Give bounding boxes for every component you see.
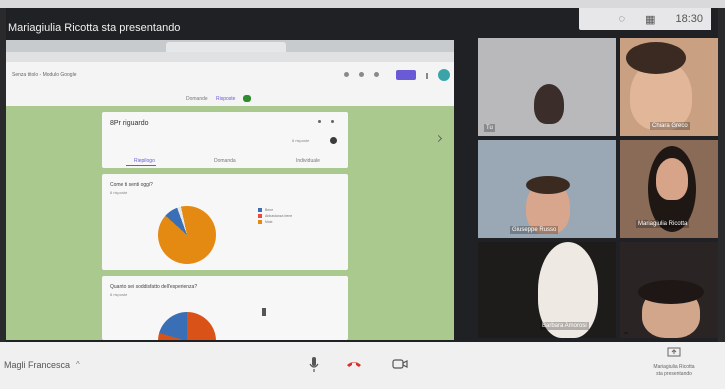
hang-up-button[interactable] — [344, 354, 364, 374]
presenter-title: Mariagiulia Ricotta sta presentando — [8, 22, 181, 34]
participant-tile[interactable] — [620, 242, 718, 338]
settings-icon — [374, 72, 379, 77]
legend-swatch — [258, 208, 262, 212]
url-bar — [6, 52, 454, 62]
legend-item: Male — [258, 220, 292, 224]
pie-legend: Bene Abbastanza bene Male — [258, 208, 292, 226]
participant-tile[interactable]: Mariagiulia Ricotta — [620, 140, 718, 238]
presentation-indicator[interactable]: Mariagiulia Ricotta sta presentando — [634, 346, 714, 378]
tab-question: Domanda — [214, 158, 236, 164]
more-vert-icon — [426, 73, 428, 79]
participant-tile[interactable]: Tu — [478, 38, 616, 136]
photo-bezel — [0, 0, 725, 8]
participant-hair — [626, 42, 686, 74]
participant-video — [656, 158, 688, 200]
tab-summary: Riepilogo — [134, 158, 155, 164]
question-card: Come ti senti oggi? 8 risposte Bene Abba… — [102, 174, 348, 270]
answers-count-badge — [243, 95, 251, 102]
participant-tile[interactable]: Barbara Amorosi — [478, 242, 616, 338]
participant-name: Chiara Greco — [650, 122, 690, 130]
top-controls: ◌ ▦ 18:30 — [578, 8, 711, 30]
forms-tool-icons — [344, 72, 379, 77]
legend-swatch — [258, 214, 262, 218]
summary-card: 8Pr riguardo 8 risposte Riepilogo Domand… — [102, 112, 348, 168]
participant-hair — [526, 176, 570, 194]
mic-button[interactable] — [304, 354, 324, 374]
send-button — [396, 70, 416, 80]
sheets-icon — [318, 120, 321, 123]
pie-chart — [158, 312, 216, 340]
accepting-responses-label: 8 risposte — [292, 138, 310, 143]
legend-swatch — [258, 220, 262, 224]
hang-up-icon — [347, 362, 361, 367]
captions-icon[interactable]: ◌ — [619, 13, 626, 25]
participant-name: Mariagiulia Ricotta — [636, 220, 690, 228]
legend-label: Bene — [265, 208, 274, 212]
participant-name: Giuseppe Russo — [510, 226, 559, 234]
participant-name: Barbara Amorosi — [540, 322, 589, 330]
shared-screen: Senza titolo - Modulo Google Domande Ris… — [6, 40, 454, 340]
accepting-responses-toggle — [330, 137, 337, 144]
self-name: Magli Francesca — [4, 360, 71, 370]
presenting-status: sta presentando — [656, 371, 692, 377]
participant-tile[interactable]: Chiara Greco — [620, 38, 718, 136]
participant-tile[interactable]: Giuseppe Russo — [478, 140, 616, 238]
avatar — [438, 69, 450, 81]
tab-individual: Individuale — [296, 158, 320, 164]
pie-chart — [158, 206, 216, 264]
chevron-up-icon[interactable]: ^ — [76, 360, 80, 369]
present-screen-icon — [667, 347, 681, 357]
pie-legend — [262, 308, 266, 316]
chevron-right-icon — [434, 134, 443, 143]
palette-icon — [344, 72, 349, 77]
more-vert-icon — [331, 120, 334, 123]
response-view-tabs: Riepilogo Domanda Individuale — [102, 156, 348, 166]
legend-label: Male — [265, 220, 273, 224]
tab-answers: Risposte — [216, 96, 236, 102]
browser-tab-bar — [6, 40, 454, 52]
forms-tabs: Domande Risposte — [6, 92, 454, 106]
forms-title: Senza titolo - Modulo Google — [12, 72, 77, 78]
question-responses: 8 risposte — [110, 190, 128, 195]
question-card: Quanto sei soddisfatto dell'esperienza? … — [102, 276, 348, 340]
forms-background — [6, 106, 100, 340]
browser-tab — [166, 42, 286, 52]
participant-video — [534, 84, 564, 124]
presenter-name: Mariagiulia Ricotta — [653, 364, 695, 370]
preview-icon — [359, 72, 364, 77]
question-title: Come ti senti oggi? — [110, 182, 153, 188]
mic-icon — [309, 357, 319, 372]
question-title: Quanto sei soddisfatto dell'esperienza? — [110, 284, 198, 290]
camera-button[interactable] — [390, 354, 410, 374]
legend-item: Abbastanza bene — [258, 214, 292, 218]
legend-label: Abbastanza bene — [265, 214, 293, 218]
active-tab-underline — [126, 165, 156, 166]
forms-toolbar: Senza titolo - Modulo Google — [6, 62, 454, 93]
question-responses: 8 risposte — [110, 292, 128, 297]
clock: 18:30 — [675, 13, 703, 25]
camera-icon — [392, 359, 408, 369]
participant-name — [624, 332, 628, 334]
layout-icon[interactable]: ▦ — [645, 13, 655, 26]
legend-item: Bene — [258, 208, 292, 212]
tab-questions: Domande — [186, 96, 208, 102]
participant-name: Tu — [484, 124, 495, 132]
call-controls-bar: Magli Francesca ^ Mariagiulia Ricotta st… — [0, 342, 725, 389]
summary-title: 8Pr riguardo — [110, 120, 149, 127]
participant-hair — [638, 280, 704, 304]
